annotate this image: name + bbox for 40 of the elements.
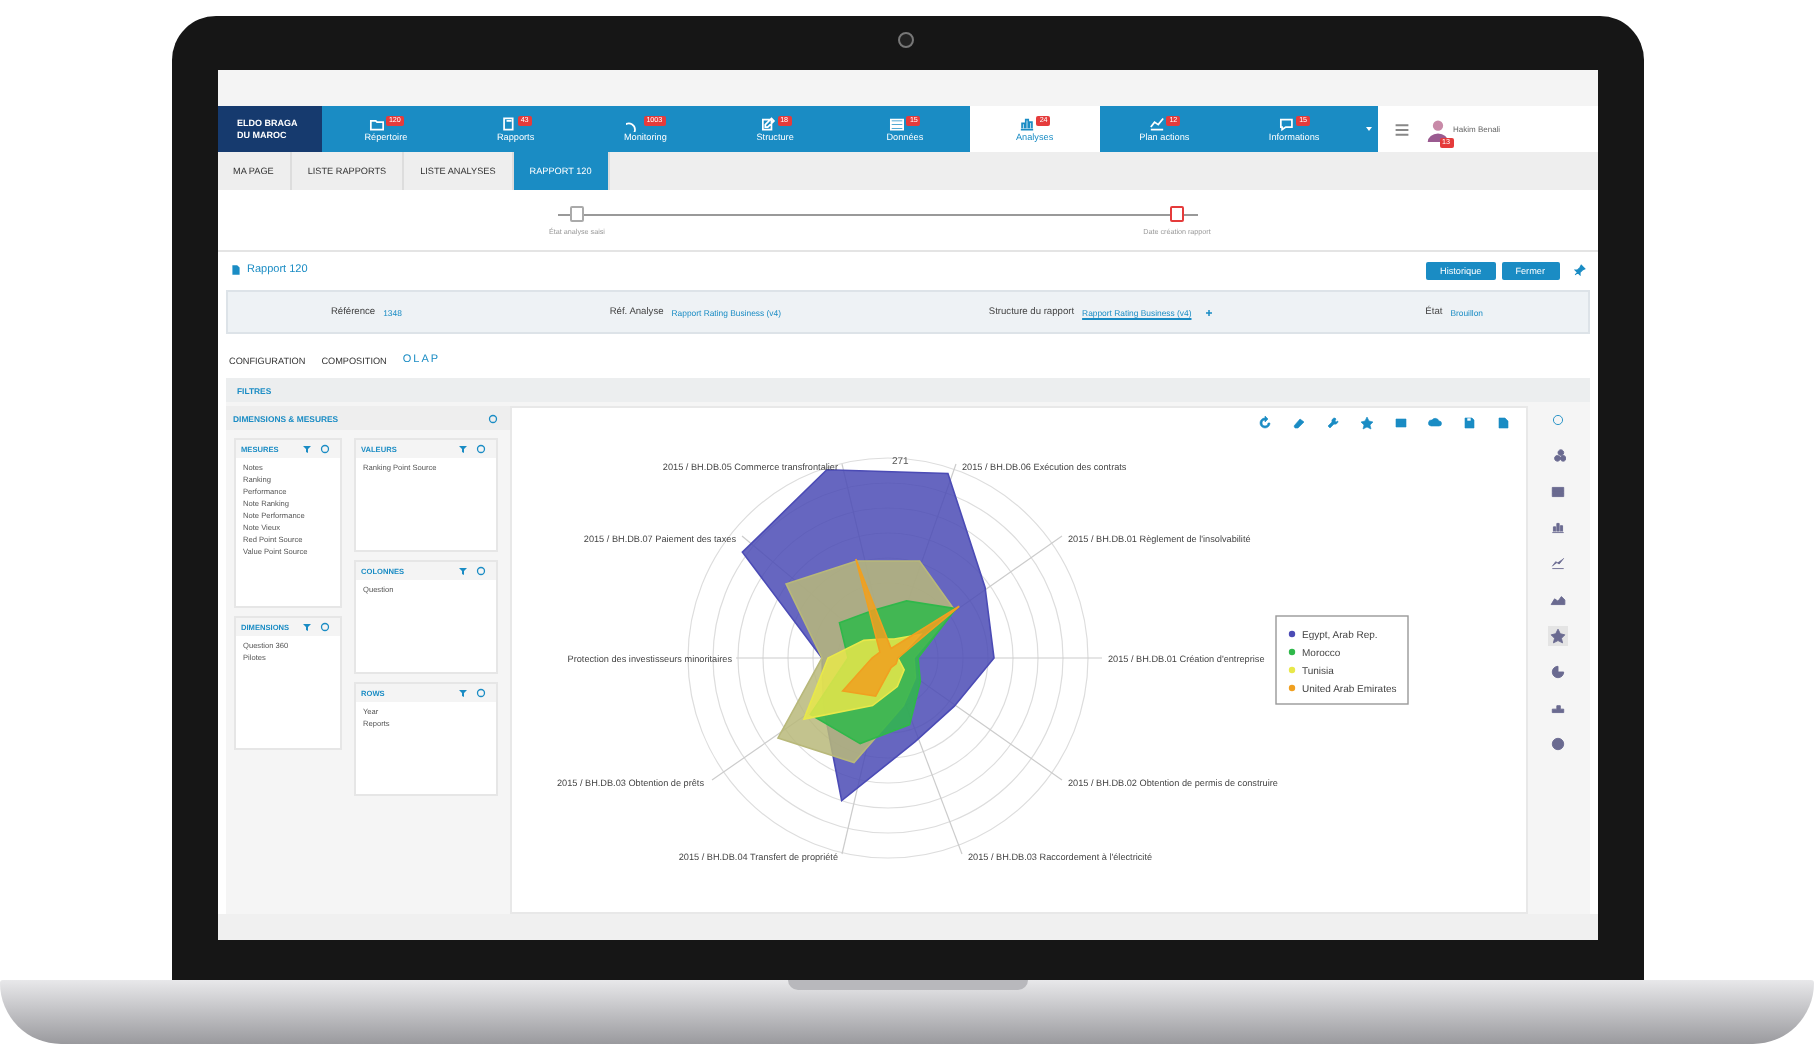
cloud-icon[interactable]: [1427, 415, 1441, 429]
book-icon: [499, 116, 518, 132]
filter-icon[interactable]: [301, 444, 311, 454]
settings-icon[interactable]: [1548, 410, 1568, 430]
avatar-icon[interactable]: [1425, 117, 1449, 141]
filter-icon[interactable]: [457, 688, 467, 698]
bubble-chart-icon[interactable]: [1548, 446, 1568, 466]
plus-icon[interactable]: [1203, 307, 1214, 317]
filter-icon[interactable]: [457, 566, 467, 576]
wrench-icon[interactable]: [1325, 415, 1339, 429]
save-icon[interactable]: [1461, 415, 1475, 429]
radar-chart-icon[interactable]: [1548, 626, 1568, 646]
settings-icon[interactable]: [319, 622, 329, 632]
filter-icon[interactable]: [301, 622, 311, 632]
area-chart-icon[interactable]: [1548, 590, 1568, 610]
bar-chart-icon: [1018, 116, 1037, 132]
settings-icon[interactable]: [487, 413, 497, 423]
settings-icon[interactable]: [475, 444, 485, 454]
pie-chart-icon[interactable]: [1548, 662, 1568, 682]
settings-icon[interactable]: [319, 444, 329, 454]
document-icon: [229, 264, 241, 276]
edit-icon: [759, 116, 778, 132]
refresh-icon[interactable]: [1257, 415, 1271, 429]
line-chart-icon[interactable]: [1548, 554, 1568, 574]
camera-dot: [897, 32, 913, 48]
filter-icon[interactable]: [457, 444, 467, 454]
folder-icon: [367, 116, 386, 132]
settings-icon[interactable]: [475, 566, 485, 576]
chevron-icon[interactable]: [1363, 124, 1373, 134]
bar-chart-icon[interactable]: [1548, 518, 1568, 538]
star-icon[interactable]: [1359, 415, 1373, 429]
eraser-icon[interactable]: [1291, 415, 1305, 429]
pin-icon[interactable]: [1573, 264, 1585, 276]
line-chart-icon: [1148, 116, 1167, 132]
export-icon[interactable]: [1495, 415, 1509, 429]
settings-icon[interactable]: [475, 688, 485, 698]
list-icon: [888, 116, 907, 132]
menu-icon[interactable]: [1393, 121, 1409, 137]
legend-box: [1274, 615, 1408, 705]
chat-icon: [1278, 116, 1297, 132]
